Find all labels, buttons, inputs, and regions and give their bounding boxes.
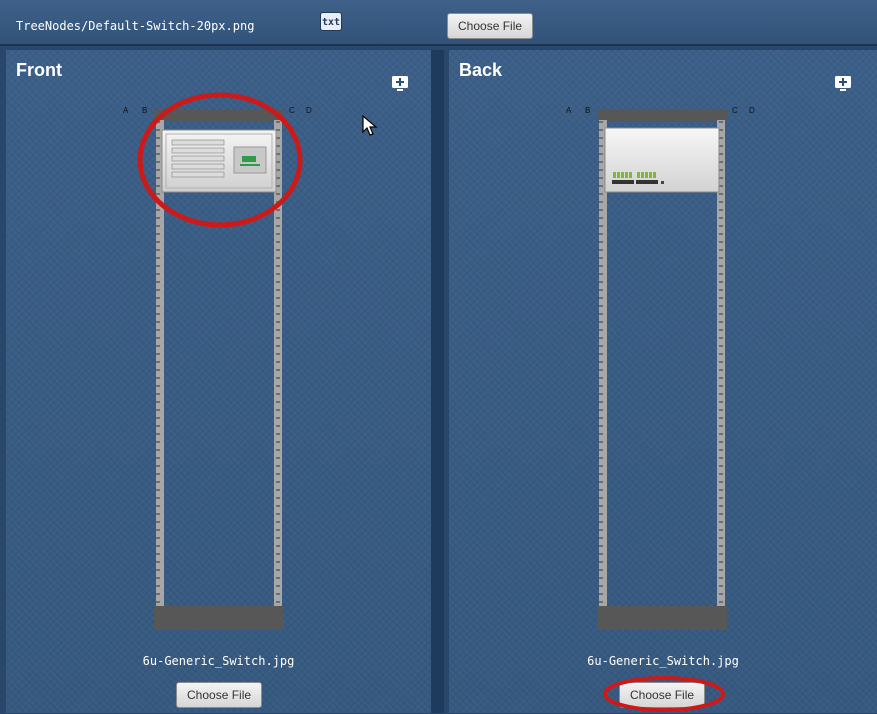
rack-letter-d: D (749, 106, 755, 115)
front-panel: Front A B C D 6u-Generic_Switch.jpg Choo… (6, 50, 431, 713)
back-rack (597, 110, 727, 630)
rack-letter-a: A (566, 106, 572, 115)
txt-file-icon[interactable]: txt (320, 12, 342, 31)
top-choose-file-button[interactable]: Choose File (447, 13, 534, 39)
rack-top-frame (597, 110, 727, 122)
back-button-highlight-ellipse (603, 676, 725, 712)
rack-bottom-frame (154, 606, 284, 630)
back-add-device-icon[interactable] (833, 73, 853, 93)
rack-letter-d: D (306, 106, 312, 115)
rack-left-rail (599, 120, 607, 618)
rack-right-rail (717, 120, 725, 618)
front-highlight-ellipse (137, 92, 303, 228)
back-filename: 6u-Generic_Switch.jpg (587, 654, 739, 668)
front-choose-file-button[interactable]: Choose File (176, 682, 263, 708)
mouse-pointer-icon (362, 115, 378, 136)
front-filename: 6u-Generic_Switch.jpg (142, 654, 295, 668)
back-title: Back (459, 60, 503, 80)
back-switch-device (604, 127, 720, 193)
rack-letter-b: B (585, 106, 591, 115)
back-panel: Back A B C D 6u-Generic_Switch.jpg Choos… (449, 50, 877, 713)
rack-letter-a: A (123, 106, 129, 115)
rack-bottom-frame (597, 606, 727, 630)
top-toolbar: TreeNodes/Default-Switch-20px.png txt Ch… (0, 0, 877, 46)
image-path-label: TreeNodes/Default-Switch-20px.png (16, 19, 255, 33)
front-add-device-icon[interactable] (390, 73, 410, 93)
rack-letter-c: C (732, 106, 738, 115)
panel-divider (431, 50, 444, 713)
front-title: Front (16, 60, 62, 80)
